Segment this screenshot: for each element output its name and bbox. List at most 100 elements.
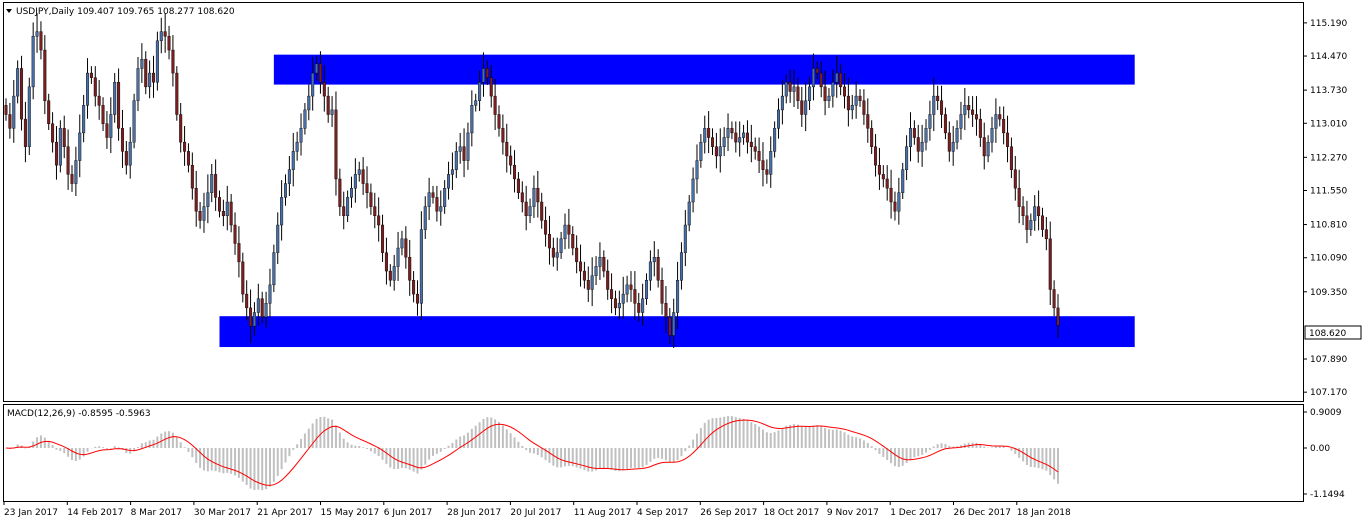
candle-body xyxy=(773,128,777,152)
time-tick-label: 18 Jan 2018 xyxy=(1017,508,1071,518)
candle-body xyxy=(396,247,400,267)
candle-body xyxy=(645,280,649,299)
candle-body xyxy=(105,123,109,138)
candle-body xyxy=(885,178,889,189)
candle-body xyxy=(159,31,163,42)
candle-body xyxy=(470,105,474,134)
candle-body xyxy=(703,128,707,143)
candle-body xyxy=(823,86,827,101)
candle-body xyxy=(51,123,55,143)
candle-body xyxy=(513,164,517,180)
candle-body xyxy=(792,86,796,92)
candle-body xyxy=(54,141,58,166)
candle-body xyxy=(194,187,198,212)
candle-body xyxy=(955,128,959,143)
price-chart[interactable]: 115.190 114.470 113.730 113.010 112.270 111.5… xyxy=(0,0,1362,524)
candle-body xyxy=(555,252,559,258)
candle-body xyxy=(241,261,245,295)
time-tick-label: 9 Nov 2017 xyxy=(827,508,879,518)
candle-body xyxy=(58,128,62,166)
candle-body xyxy=(963,105,967,115)
candle-body xyxy=(765,169,769,175)
candle-body xyxy=(575,247,579,263)
candle-body xyxy=(679,252,683,281)
candle-body xyxy=(89,72,93,78)
candle-body xyxy=(260,298,264,318)
candle-body xyxy=(1025,215,1029,230)
candle-body xyxy=(392,266,396,281)
candle-body xyxy=(819,72,823,88)
candle-body xyxy=(148,72,152,88)
candle-body xyxy=(381,224,385,253)
candle-body xyxy=(120,128,124,152)
candle-body xyxy=(870,128,874,147)
candle-body xyxy=(276,224,280,253)
candle-body xyxy=(753,146,757,152)
candle-body xyxy=(175,72,179,115)
candle-body xyxy=(660,280,664,304)
candle-body xyxy=(466,132,470,161)
candle-body xyxy=(447,174,451,189)
candle-body xyxy=(443,187,447,207)
candle-body xyxy=(117,82,121,129)
candle-body xyxy=(233,224,237,244)
candle-body xyxy=(652,257,656,263)
candle-body xyxy=(214,174,218,198)
candle-body xyxy=(808,86,812,101)
time-tick-label: 4 Sep 2017 xyxy=(637,508,688,518)
price-tick-label: 111.550 xyxy=(1310,186,1347,196)
candle-body xyxy=(563,224,567,240)
candle-body xyxy=(1006,132,1010,147)
candle-body xyxy=(994,114,998,129)
candle-body xyxy=(540,201,544,221)
candle-body xyxy=(959,114,963,129)
candle-body xyxy=(218,197,222,212)
candle-body xyxy=(280,197,284,226)
candle-body xyxy=(831,82,835,97)
candle-body xyxy=(695,160,699,180)
candle-body xyxy=(74,160,78,184)
candle-body xyxy=(27,86,31,147)
candle-body xyxy=(889,187,893,203)
candle-body xyxy=(1009,146,1013,170)
candle-body xyxy=(497,114,501,129)
candle-body xyxy=(722,137,726,147)
candle-body xyxy=(811,68,815,88)
candle-body xyxy=(648,261,652,281)
candle-body xyxy=(458,146,462,152)
candle-body xyxy=(1052,289,1056,309)
candle-body xyxy=(874,146,878,166)
candle-body xyxy=(237,243,241,263)
candle-body xyxy=(742,132,746,138)
macd-tick-label: 0.00 xyxy=(1310,444,1330,454)
candle-body xyxy=(524,201,528,217)
candle-body xyxy=(295,141,299,152)
candle-body xyxy=(928,114,932,129)
candle-body xyxy=(936,95,940,101)
price-tick-label: 110.810 xyxy=(1310,221,1347,231)
candle-body xyxy=(625,284,629,295)
candle-body xyxy=(842,86,846,97)
candle-body xyxy=(567,224,571,235)
candle-body xyxy=(400,238,404,249)
macd-header: MACD(12,26,9) -0.8595 -0.5963 xyxy=(7,409,151,419)
candle-body xyxy=(881,174,885,180)
time-tick-label: 28 Jun 2017 xyxy=(447,508,501,518)
candle-body xyxy=(602,257,606,272)
candle-body xyxy=(489,77,493,97)
candle-body xyxy=(353,174,357,189)
candle-body xyxy=(501,128,505,143)
candle-body xyxy=(23,118,27,147)
candle-body xyxy=(967,105,971,111)
candle-body xyxy=(179,114,183,143)
candle-body xyxy=(916,137,920,152)
candle-body xyxy=(423,206,427,230)
candle-body xyxy=(462,146,466,161)
candle-body xyxy=(866,114,870,129)
candle-body xyxy=(932,95,936,115)
candle-body xyxy=(839,72,843,88)
candle-body xyxy=(769,151,773,175)
candle-body xyxy=(505,141,509,157)
candle-body xyxy=(144,59,148,88)
candle-body xyxy=(287,169,291,184)
